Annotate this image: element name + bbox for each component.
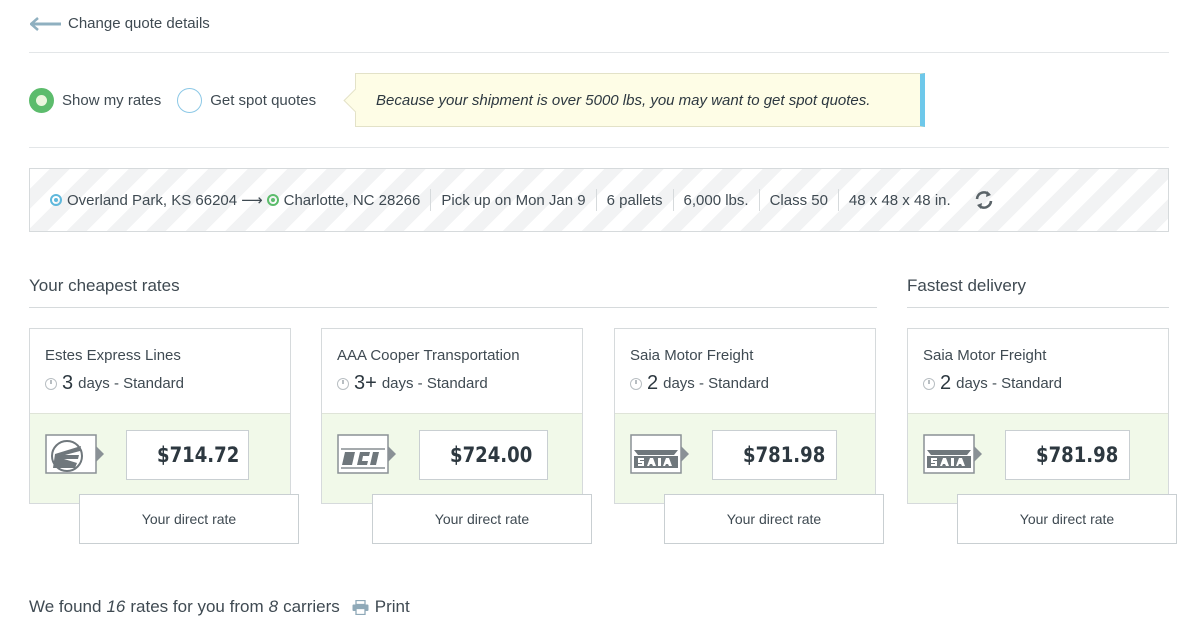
transit-time: 3+ days - Standard xyxy=(337,372,488,395)
rate-price-button[interactable]: $724.00 xyxy=(419,430,548,480)
get-spot-quotes-radio[interactable]: Get spot quotes xyxy=(177,87,317,113)
divider xyxy=(29,52,1169,53)
weight-segment: 6,000 lbs. xyxy=(672,189,759,211)
rate-price: $781.98 xyxy=(1036,443,1119,467)
rate-price-button[interactable]: $714.72 xyxy=(126,430,249,480)
summary-suffix: carriers xyxy=(283,597,340,616)
pickup-date: Pick up on Mon Jan 9 xyxy=(441,191,586,209)
transit-days: 2 xyxy=(940,372,952,394)
service-level: days - Standard xyxy=(381,375,488,392)
rate-card-footer: $781.98 xyxy=(908,413,1168,503)
rate-card-footer: $714.72 xyxy=(30,413,290,503)
arrow-left-icon xyxy=(30,16,61,31)
origin-location: Overland Park, KS 66204 xyxy=(67,191,238,209)
service-level: days - Standard xyxy=(956,375,1063,392)
route-segment: Overland Park, KS 66204 ⟶ Charlotte, NC … xyxy=(50,189,430,211)
carriers-count: 8 xyxy=(268,597,279,616)
shipment-summary-bar: Overland Park, KS 66204 ⟶ Charlotte, NC … xyxy=(29,168,1169,232)
notice-text: Because your shipment is over 5000 lbs, … xyxy=(376,91,871,109)
results-summary: We found 16 rates for you from 8 carrier… xyxy=(29,597,410,617)
rate-price: $724.00 xyxy=(450,443,533,467)
clock-icon xyxy=(630,377,642,390)
cheapest-rates-heading: Your cheapest rates xyxy=(29,276,180,295)
transit-time: 2 days - Standard xyxy=(923,372,1062,395)
direct-rate-label-box: Your direct rate xyxy=(79,494,299,544)
carrier-name: Saia Motor Freight xyxy=(630,347,754,364)
pallets-segment: 6 pallets xyxy=(595,189,673,211)
destination-location: Charlotte, NC 28266 xyxy=(283,191,421,209)
divider xyxy=(29,147,1169,148)
show-my-rates-label: Show my rates xyxy=(62,91,162,109)
carrier-name: Estes Express Lines xyxy=(45,347,181,364)
direct-rate-label: Your direct rate xyxy=(726,511,822,527)
radio-selected-icon xyxy=(29,87,54,113)
pickup-segment: Pick up on Mon Jan 9 xyxy=(430,189,595,211)
carrier-name: Saia Motor Freight xyxy=(923,347,1047,364)
clock-icon xyxy=(923,377,935,390)
summary-middle: rates for you from xyxy=(130,597,264,616)
rate-card-footer: $724.00 xyxy=(322,413,582,503)
rate-mode-group: Show my rates Get spot quotes xyxy=(29,73,332,127)
change-quote-details-label: Change quote details xyxy=(68,15,210,32)
rates-count: 16 xyxy=(106,597,126,616)
freight-class: Class 50 xyxy=(769,191,828,209)
saia-logo xyxy=(630,434,689,474)
transit-time: 2 days - Standard xyxy=(630,372,769,395)
dimensions-segment: 48 x 48 x 48 in. xyxy=(837,189,1005,211)
transit-days: 2 xyxy=(647,372,659,394)
rate-price-button[interactable]: $781.98 xyxy=(1005,430,1130,480)
printer-icon xyxy=(352,599,369,615)
class-segment: Class 50 xyxy=(758,189,838,211)
direct-rate-label-box: Your direct rate xyxy=(957,494,1177,544)
print-label: Print xyxy=(374,597,410,616)
arrow-right-icon: ⟶ xyxy=(241,192,263,209)
transit-days: 3+ xyxy=(354,372,377,394)
aaa-cooper-logo xyxy=(337,434,396,474)
clock-icon xyxy=(337,377,349,390)
pallet-count: 6 pallets xyxy=(606,191,663,209)
rate-price: $781.98 xyxy=(743,443,826,467)
summary-prefix: We found xyxy=(29,597,102,616)
spot-quote-notice: Because your shipment is over 5000 lbs, … xyxy=(355,73,925,127)
destination-pin-icon xyxy=(266,194,279,206)
rate-card-fastest-saia: Saia Motor Freight 2 days - Standard $78… xyxy=(907,328,1169,504)
show-my-rates-radio[interactable]: Show my rates xyxy=(29,87,162,113)
print-button[interactable]: Print xyxy=(352,597,410,617)
direct-rate-label: Your direct rate xyxy=(434,511,530,527)
shipment-dimensions: 48 x 48 x 48 in. xyxy=(848,191,951,209)
shipment-weight: 6,000 lbs. xyxy=(683,191,749,209)
carrier-name: AAA Cooper Transportation xyxy=(337,347,520,364)
rate-price-button[interactable]: $781.98 xyxy=(712,430,837,480)
rate-card-saia: Saia Motor Freight 2 days - Standard $78… xyxy=(614,328,876,504)
rate-card-aaa-cooper: AAA Cooper Transportation 3+ days - Stan… xyxy=(321,328,583,504)
rate-price: $714.72 xyxy=(157,443,240,467)
get-spot-quotes-label: Get spot quotes xyxy=(210,91,317,109)
direct-rate-label: Your direct rate xyxy=(141,511,237,527)
divider xyxy=(907,307,1169,308)
clock-icon xyxy=(45,377,57,390)
service-level: days - Standard xyxy=(663,375,770,392)
estes-logo xyxy=(45,434,104,474)
rate-card-footer: $781.98 xyxy=(615,413,875,503)
direct-rate-label-box: Your direct rate xyxy=(372,494,592,544)
rate-card-estes: Estes Express Lines 3 days - Standard $7… xyxy=(29,328,291,504)
origin-pin-icon xyxy=(50,194,62,206)
transit-time: 3 days - Standard xyxy=(45,372,184,395)
service-level: days - Standard xyxy=(78,375,185,392)
refresh-icon[interactable] xyxy=(973,189,995,211)
fastest-delivery-heading: Fastest delivery xyxy=(907,276,1027,295)
direct-rate-label: Your direct rate xyxy=(1019,511,1115,527)
saia-logo xyxy=(923,434,982,474)
radio-unselected-icon xyxy=(177,87,203,113)
divider xyxy=(29,307,877,308)
direct-rate-label-box: Your direct rate xyxy=(664,494,884,544)
transit-days: 3 xyxy=(62,372,74,394)
change-quote-details-link[interactable]: Change quote details xyxy=(30,15,210,32)
